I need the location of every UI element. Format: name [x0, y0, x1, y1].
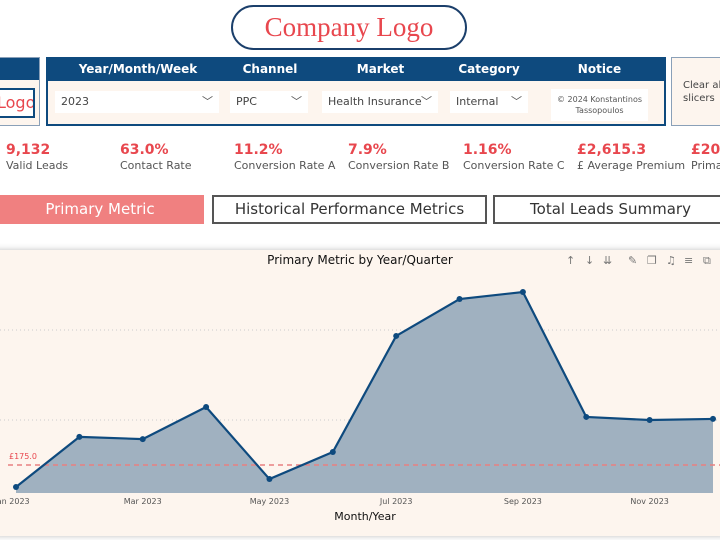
x-tick-label: Sep 2023: [504, 497, 542, 506]
area-chart: £175.0 Jan 2023 Mar 2023 May 2023 Jul 2023 Se…: [0, 289, 720, 506]
data-point: [76, 433, 83, 440]
data-point: [583, 413, 590, 420]
data-point: [393, 332, 400, 339]
x-tick-label: Jan 2023: [0, 497, 30, 506]
data-point: [456, 296, 463, 303]
x-tick-label: Mar 2023: [124, 497, 162, 506]
x-axis-title: Month/Year: [334, 510, 396, 523]
data-point: [519, 289, 526, 296]
x-tick-label: May 2023: [250, 497, 289, 506]
data-point: [646, 417, 653, 423]
data-point: [329, 449, 336, 456]
data-point: [13, 483, 19, 490]
reference-line-label: £175.0: [9, 452, 37, 461]
data-point: [266, 476, 273, 483]
x-tick-label: Jul 2023: [379, 497, 413, 506]
data-point: [710, 415, 716, 422]
x-tick-label: Nov 2023: [630, 497, 669, 506]
data-point: [203, 404, 210, 411]
data-point: [139, 436, 146, 443]
